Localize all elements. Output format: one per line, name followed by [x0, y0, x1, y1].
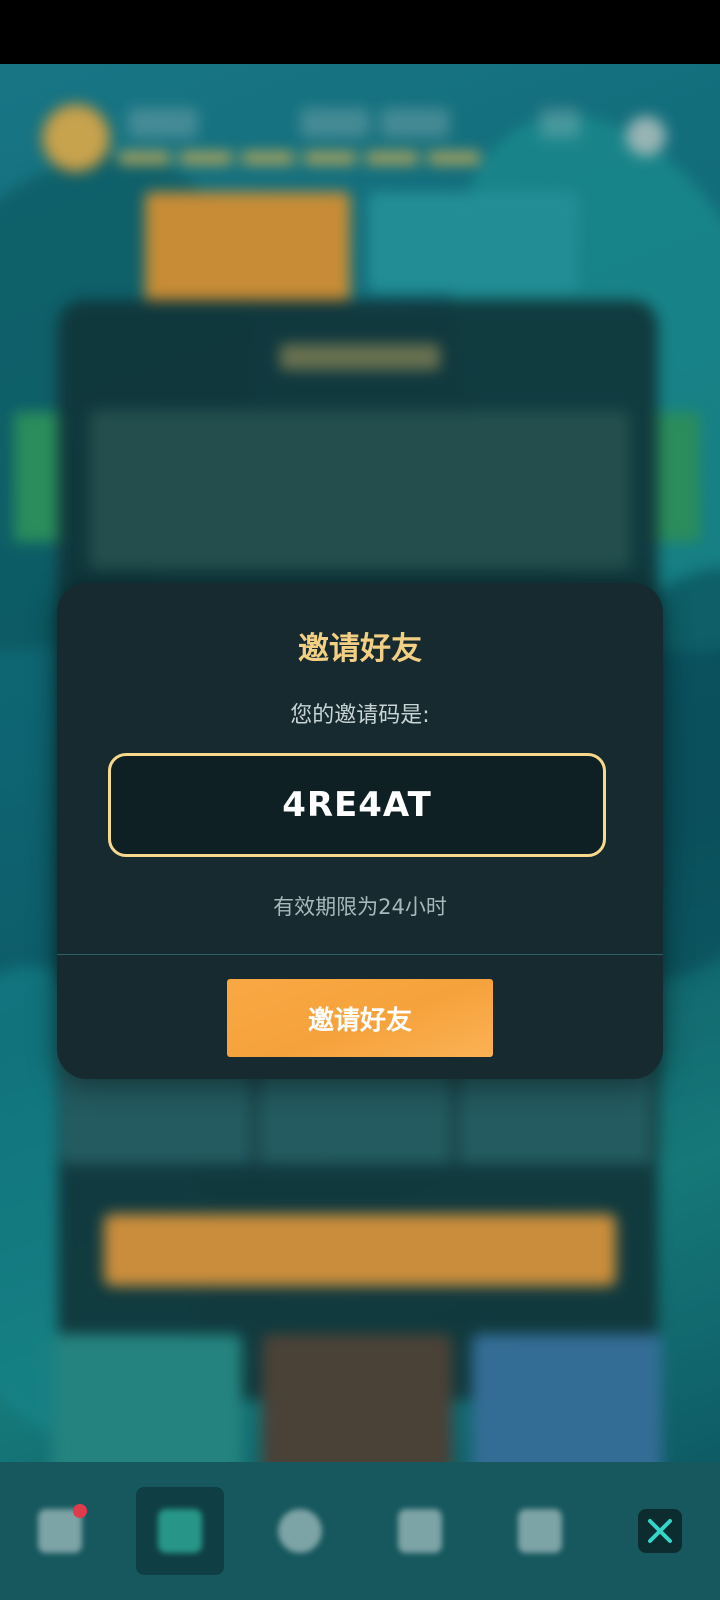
- compass-icon: [278, 1509, 322, 1553]
- nav-shield[interactable]: [136, 1487, 224, 1575]
- nav-diamond[interactable]: [376, 1487, 464, 1575]
- dialog-title: 邀请好友: [298, 631, 422, 667]
- invite-friends-button[interactable]: 邀请好友: [227, 979, 493, 1057]
- nav-close[interactable]: [616, 1487, 704, 1575]
- diamond-icon: [398, 1509, 442, 1553]
- bottom-navigation: [0, 1462, 720, 1600]
- invite-code-value[interactable]: 4RE4AT: [282, 785, 432, 825]
- invite-friends-dialog: 邀请好友 您的邀请码是: 4RE4AT 有效期限为24小时 邀请好友: [57, 583, 663, 1079]
- close-icon: [648, 1519, 672, 1543]
- divider: [57, 954, 663, 955]
- status-bar: [0, 0, 720, 64]
- heart-icon: [518, 1509, 562, 1553]
- nav-compass[interactable]: [256, 1487, 344, 1575]
- notification-badge: [73, 1504, 87, 1518]
- close-button[interactable]: [638, 1509, 682, 1553]
- nav-pyramid[interactable]: [16, 1487, 104, 1575]
- invite-code-label: 您的邀请码是:: [290, 703, 430, 728]
- shield-icon: [158, 1509, 202, 1553]
- validity-text: 有效期限为24小时: [273, 895, 447, 919]
- nav-heart[interactable]: [496, 1487, 584, 1575]
- invite-code-box[interactable]: 4RE4AT: [108, 753, 606, 857]
